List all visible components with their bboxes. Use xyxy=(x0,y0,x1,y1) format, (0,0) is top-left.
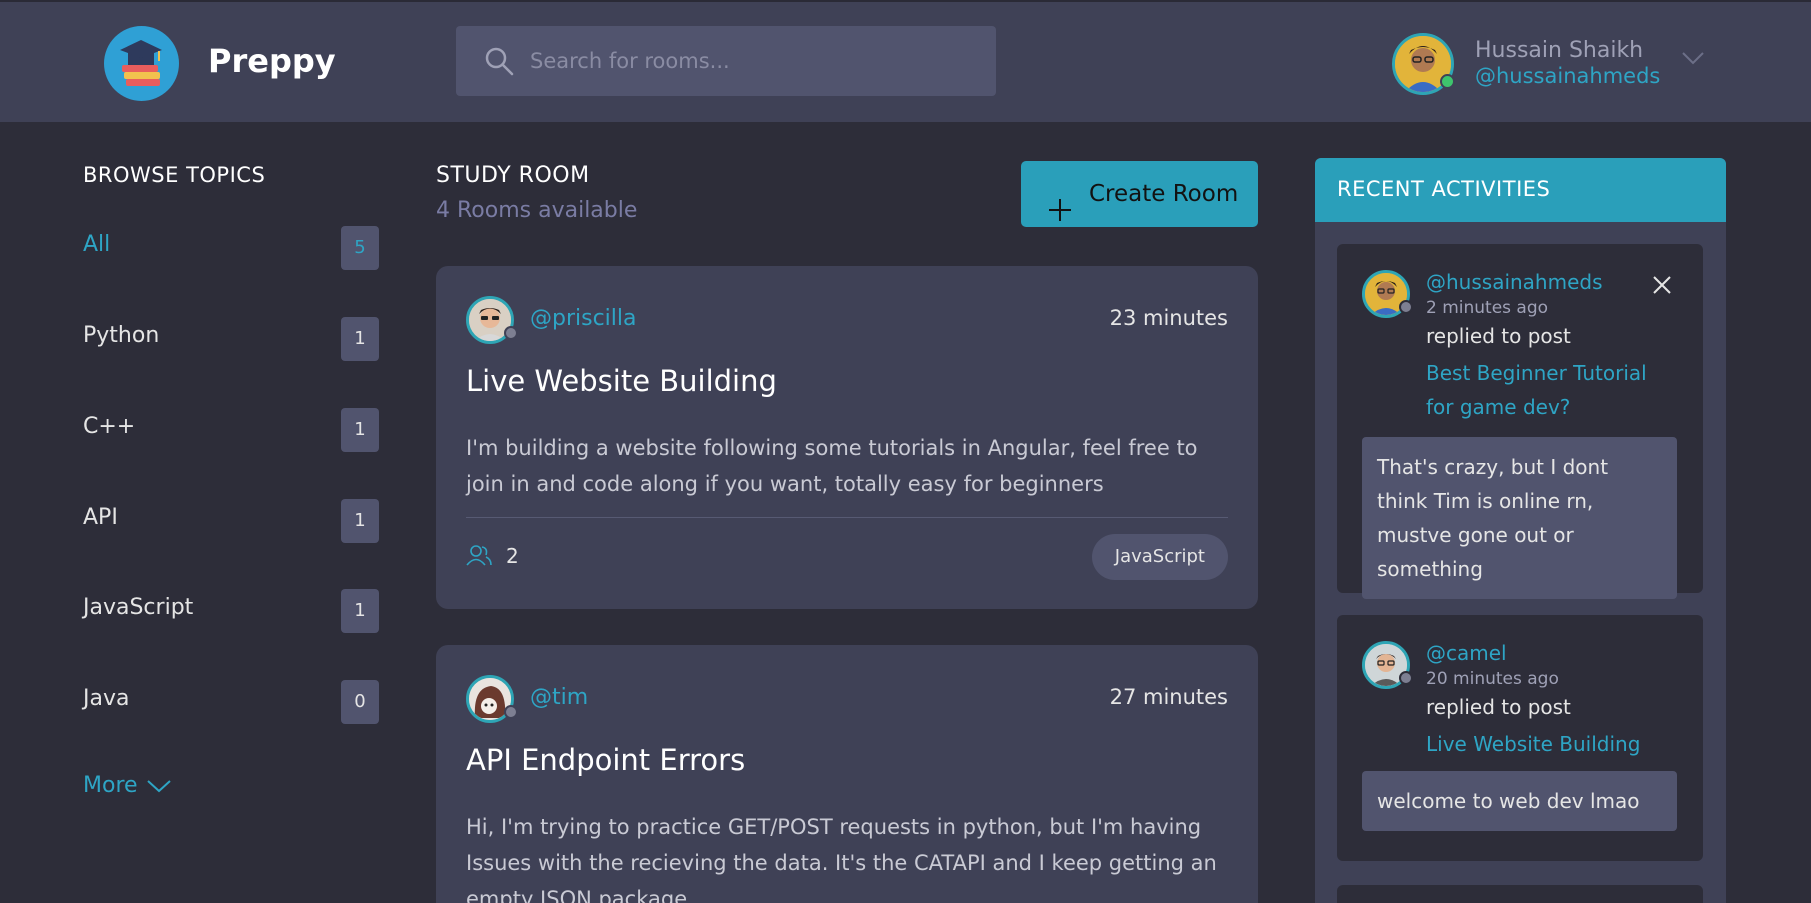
activity-time: 2 minutes ago xyxy=(1426,298,1549,318)
user-handle[interactable]: @hussainahmeds xyxy=(1475,64,1660,88)
chevron-down-icon xyxy=(138,773,172,798)
topic-label: API xyxy=(83,505,118,530)
topic-item-api[interactable]: API 1 xyxy=(83,499,379,545)
search-icon xyxy=(484,46,514,80)
topic-count-badge: 0 xyxy=(341,680,379,724)
topic-count-badge: 1 xyxy=(341,499,379,543)
user-name[interactable]: Hussain Shaikh xyxy=(1475,38,1643,63)
topic-count-badge: 1 xyxy=(341,408,379,452)
top-nav: Preppy Hussain Shaikh @hussainahmeds xyxy=(0,0,1811,122)
room-card[interactable]: @priscilla 23 minutes Live Website Build… xyxy=(436,266,1258,609)
participants-icon xyxy=(466,544,492,570)
logo-icon[interactable] xyxy=(104,26,179,101)
room-description: I'm building a website following some tu… xyxy=(466,436,1198,496)
topic-item-all[interactable]: All 5 xyxy=(83,226,379,272)
topic-label: All xyxy=(83,232,111,257)
more-topics-link[interactable]: More xyxy=(83,773,172,798)
close-icon[interactable] xyxy=(1653,276,1671,298)
room-topic-tag[interactable]: JavaScript xyxy=(1091,534,1228,580)
search-input[interactable] xyxy=(530,26,970,96)
chevron-down-icon[interactable] xyxy=(1681,50,1705,69)
status-dot xyxy=(1399,671,1413,685)
activity-action: replied to post xyxy=(1426,695,1571,719)
activity-user-link[interactable]: @camel xyxy=(1426,641,1507,665)
create-room-label: Create Room xyxy=(1089,181,1239,207)
activity-card: @camel 20 minutes ago replied to post Li… xyxy=(1337,615,1703,861)
activity-message: That's crazy, but I dont think Tim is on… xyxy=(1362,437,1677,599)
activity-message: welcome to web dev lmao xyxy=(1362,771,1677,831)
activity-time: 20 minutes ago xyxy=(1426,669,1559,689)
plus-icon xyxy=(1048,182,1072,248)
activity-user-link[interactable]: @hussainahmeds xyxy=(1426,270,1603,294)
room-title[interactable]: API Endpoint Errors xyxy=(466,743,745,777)
room-card[interactable]: @tim 27 minutes API Endpoint Errors Hi, … xyxy=(436,645,1258,903)
status-dot xyxy=(1399,300,1413,314)
recent-activities-panel: RECENT ACTIVITIES @hussainahmeds 2 minut… xyxy=(1315,158,1726,903)
topic-label: Python xyxy=(83,323,160,348)
brand-name[interactable]: Preppy xyxy=(208,42,336,80)
activities-heading: RECENT ACTIVITIES xyxy=(1337,177,1551,201)
activity-action: replied to post xyxy=(1426,324,1571,348)
room-host-link[interactable]: @tim xyxy=(530,685,588,710)
topic-item-javascript[interactable]: JavaScript 1 xyxy=(83,589,379,635)
room-time: 27 minutes xyxy=(1109,685,1228,709)
rooms-available-count: 4 Rooms available xyxy=(436,198,638,223)
search-bar[interactable] xyxy=(456,26,996,96)
topic-count-badge: 1 xyxy=(341,317,379,361)
browse-topics-heading: BROWSE TOPICS xyxy=(83,163,266,187)
activities-header: RECENT ACTIVITIES xyxy=(1315,158,1726,222)
room-title[interactable]: Live Website Building xyxy=(466,364,777,398)
topic-item-java[interactable]: Java 0 xyxy=(83,680,379,726)
topic-count-badge: 5 xyxy=(341,226,379,270)
more-label: More xyxy=(83,773,138,798)
room-description: Hi, I'm trying to practice GET/POST requ… xyxy=(466,815,1217,903)
activity-post-link[interactable]: Best Beginner Tutorial for game dev? xyxy=(1426,356,1676,424)
create-room-button[interactable]: Create Room xyxy=(1021,161,1258,227)
room-time: 23 minutes xyxy=(1109,306,1228,330)
participant-count: 2 xyxy=(506,544,519,568)
study-room-heading: STUDY ROOM xyxy=(436,163,590,188)
activity-card xyxy=(1337,885,1703,903)
topic-item-cpp[interactable]: C++ 1 xyxy=(83,408,379,454)
topic-count-badge: 1 xyxy=(341,589,379,633)
topic-item-python[interactable]: Python 1 xyxy=(83,317,379,363)
topic-label: C++ xyxy=(83,414,136,439)
room-host-link[interactable]: @priscilla xyxy=(530,306,637,331)
topic-label: JavaScript xyxy=(83,595,194,620)
topic-label: Java xyxy=(83,686,130,711)
status-dot xyxy=(504,705,518,719)
activity-post-link[interactable]: Live Website Building xyxy=(1426,727,1676,761)
divider xyxy=(466,517,1228,518)
online-status-dot xyxy=(1440,74,1455,89)
status-dot xyxy=(504,326,518,340)
activity-card: @hussainahmeds 2 minutes ago replied to … xyxy=(1337,244,1703,599)
